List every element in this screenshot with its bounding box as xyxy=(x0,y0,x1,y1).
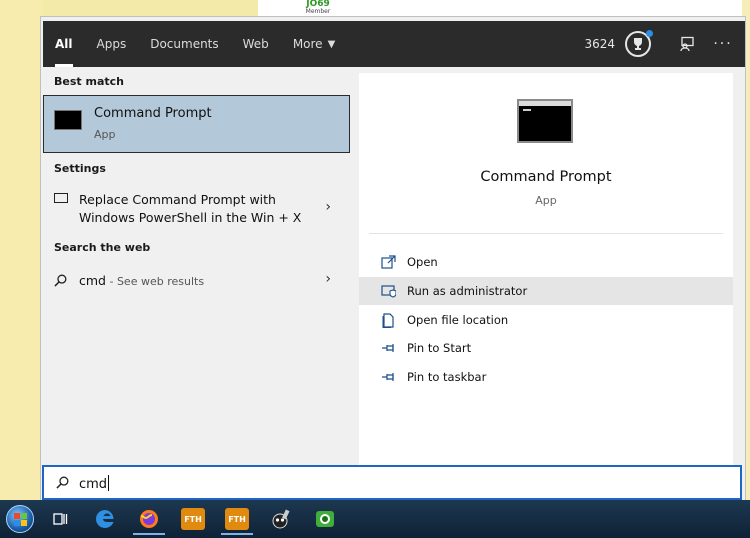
task-view-button[interactable] xyxy=(40,503,80,535)
settings-result-text: Replace Command Prompt with Windows Powe… xyxy=(79,191,301,227)
chevron-right-icon[interactable]: › xyxy=(325,271,331,287)
preview-pane: Command Prompt App Open Run as administr… xyxy=(359,73,733,467)
web-query: cmd xyxy=(79,273,106,288)
taskbar-edge[interactable] xyxy=(85,503,125,535)
active-tab-indicator xyxy=(55,64,73,67)
web-results-suffix: - See web results xyxy=(105,275,205,288)
best-match-heading: Best match xyxy=(54,75,124,88)
taskbar-app-spy[interactable] xyxy=(261,503,301,535)
settings-heading: Settings xyxy=(54,162,106,175)
results-pane: Best match Command Prompt App Settings R… xyxy=(43,71,350,467)
result-title: Command Prompt xyxy=(94,106,212,121)
command-prompt-icon xyxy=(517,99,573,143)
shield-icon xyxy=(380,283,396,299)
action-label: Open file location xyxy=(407,313,509,327)
best-match-result[interactable]: Command Prompt App xyxy=(43,95,350,153)
rewards-points: 3624 xyxy=(584,37,615,51)
taskbar: FTH FTH xyxy=(0,500,750,538)
divider xyxy=(369,233,723,234)
windows-logo-icon xyxy=(6,505,34,533)
tab-more[interactable]: More ▼ xyxy=(281,21,347,67)
open-icon xyxy=(380,254,396,270)
pin-icon xyxy=(380,340,396,356)
fth-app-icon: FTH xyxy=(181,508,205,530)
search-icon xyxy=(54,274,67,287)
tab-web[interactable]: Web xyxy=(231,21,281,67)
file-icon xyxy=(380,312,396,328)
start-search-menu: All Apps Documents Web More ▼ 3624 ··· B… xyxy=(40,16,746,502)
action-label: Pin to Start xyxy=(407,341,472,355)
rewards-medal-icon[interactable] xyxy=(625,30,653,57)
action-pin-to-start[interactable]: Pin to Start xyxy=(359,334,733,362)
settings-line-1: Replace Command Prompt with xyxy=(79,192,276,207)
pin-icon xyxy=(380,369,396,385)
settings-line-2: Windows PowerShell in the Win + X xyxy=(79,210,302,225)
settings-result[interactable]: Replace Command Prompt with Windows Powe… xyxy=(43,183,349,231)
search-input-value: cmd xyxy=(79,475,110,492)
chevron-right-icon[interactable]: › xyxy=(325,199,331,215)
tab-documents[interactable]: Documents xyxy=(138,21,230,67)
action-open[interactable]: Open xyxy=(359,248,733,276)
background-page-left xyxy=(0,0,42,500)
action-label: Pin to taskbar xyxy=(407,370,487,384)
action-label: Run as administrator xyxy=(407,284,528,298)
taskbar-fth-2[interactable]: FTH xyxy=(217,503,257,535)
tab-label: Apps xyxy=(96,37,127,51)
feedback-button[interactable] xyxy=(669,21,705,67)
action-label: Open xyxy=(407,255,438,269)
forum-member-badge: JO69 Member xyxy=(288,0,348,15)
camera-icon xyxy=(316,511,334,527)
search-filter-bar: All Apps Documents Web More ▼ 3624 ··· xyxy=(43,21,745,67)
feedback-icon xyxy=(680,36,694,52)
task-view-icon xyxy=(53,513,68,525)
member-username: JO69 xyxy=(306,0,330,9)
caret-down-icon: ▼ xyxy=(327,38,336,50)
text-cursor xyxy=(108,475,110,491)
search-input[interactable]: cmd xyxy=(42,465,742,500)
web-search-result[interactable]: cmd - See web results › xyxy=(43,267,349,297)
tab-all[interactable]: All xyxy=(43,21,85,67)
start-button[interactable] xyxy=(0,503,40,535)
action-run-as-administrator[interactable]: Run as administrator xyxy=(359,277,733,305)
action-pin-to-taskbar[interactable]: Pin to taskbar xyxy=(359,363,733,391)
edge-icon xyxy=(96,510,114,528)
search-query: cmd xyxy=(79,477,108,492)
preview-title: Command Prompt xyxy=(480,169,612,185)
monitor-icon xyxy=(54,193,68,203)
spy-app-icon xyxy=(272,509,290,529)
tab-apps[interactable]: Apps xyxy=(85,21,139,67)
search-icon xyxy=(56,476,69,489)
firefox-icon xyxy=(140,510,158,528)
search-web-heading: Search the web xyxy=(54,241,151,254)
taskbar-firefox[interactable] xyxy=(129,503,169,535)
notification-dot xyxy=(646,30,653,37)
trophy-icon xyxy=(634,38,642,50)
tab-label: All xyxy=(55,37,73,51)
tab-label: Web xyxy=(242,37,269,51)
action-open-file-location[interactable]: Open file location xyxy=(359,306,733,334)
tab-label: More xyxy=(292,37,323,51)
web-result-text: cmd - See web results xyxy=(79,273,204,288)
more-options-button[interactable]: ··· xyxy=(705,21,741,67)
result-subtitle: App xyxy=(94,128,116,141)
taskbar-fth-1[interactable]: FTH xyxy=(173,503,213,535)
tab-label: Documents xyxy=(150,37,219,51)
command-prompt-icon xyxy=(54,110,82,130)
preview-subtitle: App xyxy=(535,194,557,207)
fth-app-icon: FTH xyxy=(225,508,249,530)
member-role: Member xyxy=(305,8,331,15)
taskbar-camera-app[interactable] xyxy=(305,503,345,535)
